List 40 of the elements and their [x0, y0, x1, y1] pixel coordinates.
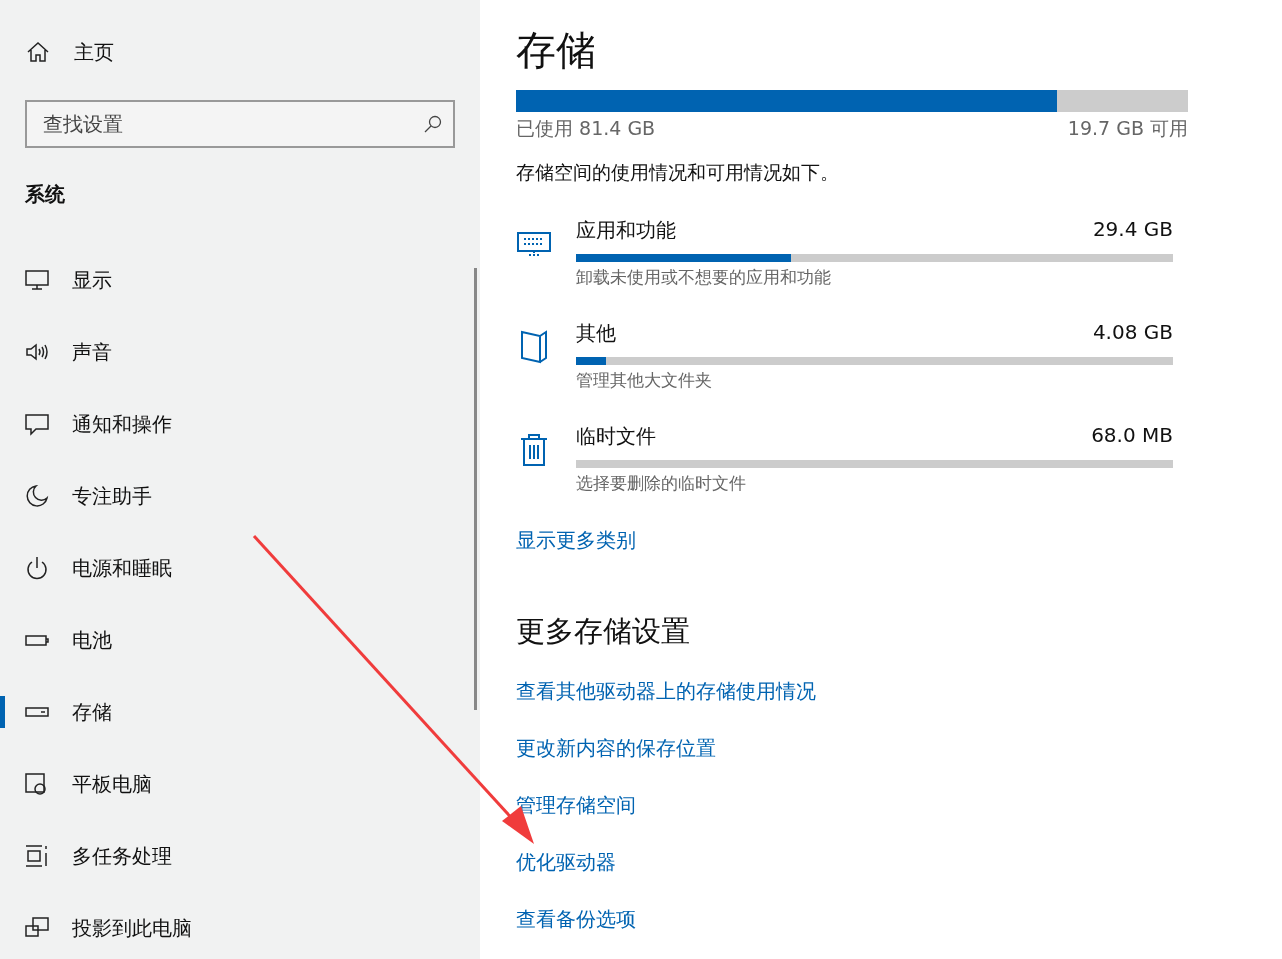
settings-link[interactable]: 更改新内容的保存位置: [516, 735, 716, 762]
sidebar-item[interactable]: 显示: [0, 244, 480, 316]
category-detail: 管理其他大文件夹: [576, 369, 713, 392]
category-size: 4.08 GB: [1092, 320, 1173, 346]
category-name[interactable]: 其他: [576, 320, 616, 347]
free-label: 19.7 GB 可用: [1067, 116, 1188, 141]
notification-icon: [24, 411, 50, 437]
home-icon: [26, 40, 50, 64]
display-icon: [24, 267, 50, 293]
multitask-icon: [24, 843, 50, 869]
search-icon: [423, 114, 443, 134]
search-field[interactable]: 查找设置: [25, 100, 455, 148]
show-more-link[interactable]: 显示更多类别: [516, 527, 636, 554]
sidebar-item[interactable]: 投影到此电脑: [0, 892, 480, 959]
settings-link[interactable]: 查看其他驱动器上的存储使用情况: [516, 678, 816, 705]
category-detail: 卸载未使用或不想要的应用和功能: [576, 266, 832, 289]
sidebar-item[interactable]: 多任务处理: [0, 820, 480, 892]
description: 存储空间的使用情况和可用情况如下。: [516, 160, 840, 185]
used-label: 已使用 81.4 GB: [516, 116, 656, 141]
sidebar-item[interactable]: 专注助手: [0, 460, 480, 532]
category-name[interactable]: 临时文件: [576, 423, 656, 450]
category-size: 29.4 GB: [1092, 217, 1173, 243]
sidebar-item[interactable]: 电池: [0, 604, 480, 676]
category-name[interactable]: 应用和功能: [576, 217, 676, 244]
category-size: 68.0 MB: [1091, 423, 1173, 449]
category-detail: 选择要删除的临时文件: [576, 472, 747, 495]
scrollbar[interactable]: [474, 268, 477, 710]
sidebar-item[interactable]: 通知和操作: [0, 388, 480, 460]
sidebar-item[interactable]: 存储: [0, 676, 480, 748]
focus-icon: [24, 483, 50, 509]
section-heading: 系统: [25, 181, 66, 208]
home-link[interactable]: 主页: [74, 38, 114, 66]
settings-link[interactable]: 查看备份选项: [516, 906, 636, 933]
settings-link[interactable]: 优化驱动器: [516, 849, 616, 876]
sidebar-item[interactable]: 平板电脑: [0, 748, 480, 820]
power-icon: [24, 555, 50, 581]
section-heading: 更多存储设置: [516, 613, 691, 650]
sidebar-item[interactable]: 声音: [0, 316, 480, 388]
sidebar-item[interactable]: 电源和睡眠: [0, 532, 480, 604]
page-title: 存储: [516, 26, 597, 75]
